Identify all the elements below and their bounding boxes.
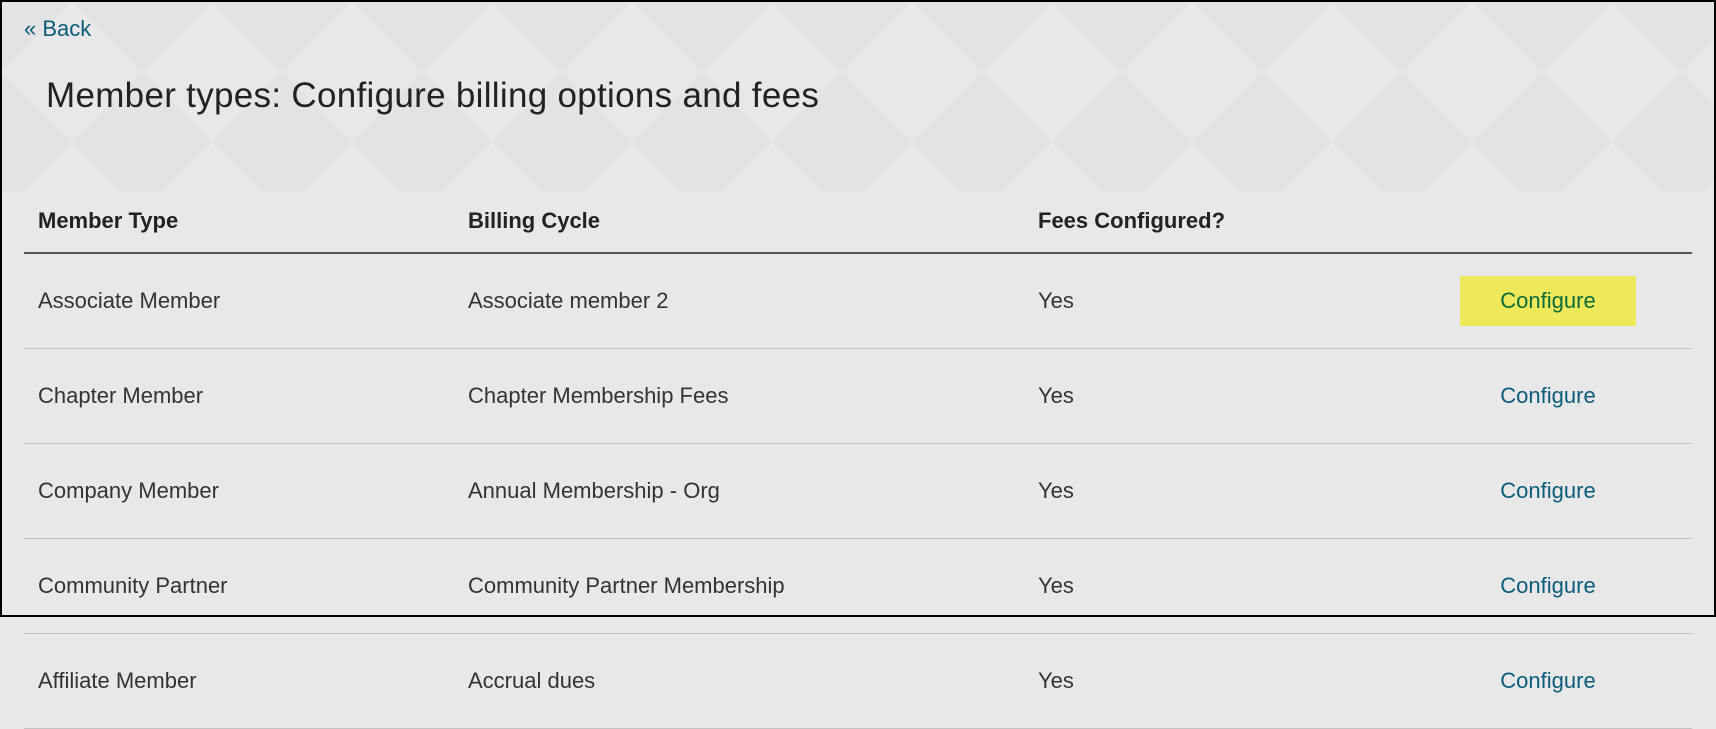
cell-billing-cycle: Community Partner Membership bbox=[454, 539, 1024, 634]
cell-member-type: Associate Member bbox=[24, 253, 454, 349]
cell-fees-configured: Yes bbox=[1024, 539, 1404, 634]
cell-action: Configure bbox=[1404, 253, 1692, 349]
cell-member-type: Affiliate Member bbox=[24, 634, 454, 729]
page-content: « Back Member types: Configure billing o… bbox=[2, 2, 1714, 729]
cell-fees-configured: Yes bbox=[1024, 253, 1404, 349]
col-header-member-type: Member Type bbox=[24, 194, 454, 253]
configure-link[interactable]: Configure bbox=[1460, 276, 1635, 326]
table-row: Community PartnerCommunity Partner Membe… bbox=[24, 539, 1692, 634]
cell-action: Configure bbox=[1404, 349, 1692, 444]
cell-member-type: Company Member bbox=[24, 444, 454, 539]
table-row: Chapter MemberChapter Membership FeesYes… bbox=[24, 349, 1692, 444]
back-link[interactable]: « Back bbox=[24, 16, 91, 42]
configure-link[interactable]: Configure bbox=[1460, 656, 1635, 706]
col-header-action bbox=[1404, 194, 1692, 253]
cell-member-type: Community Partner bbox=[24, 539, 454, 634]
cell-fees-configured: Yes bbox=[1024, 349, 1404, 444]
cell-billing-cycle: Accrual dues bbox=[454, 634, 1024, 729]
cell-action: Configure bbox=[1404, 634, 1692, 729]
cell-billing-cycle: Chapter Membership Fees bbox=[454, 349, 1024, 444]
configure-link[interactable]: Configure bbox=[1460, 466, 1635, 516]
table-header-row: Member Type Billing Cycle Fees Configure… bbox=[24, 194, 1692, 253]
cell-billing-cycle: Associate member 2 bbox=[454, 253, 1024, 349]
cell-fees-configured: Yes bbox=[1024, 444, 1404, 539]
cell-billing-cycle: Annual Membership - Org bbox=[454, 444, 1024, 539]
table-row: Associate MemberAssociate member 2Yes Con… bbox=[24, 253, 1692, 349]
table-row: Company MemberAnnual Membership - OrgYes… bbox=[24, 444, 1692, 539]
cell-fees-configured: Yes bbox=[1024, 634, 1404, 729]
configure-link[interactable]: Configure bbox=[1460, 561, 1635, 611]
table-row: Affiliate MemberAccrual duesYes Configure bbox=[24, 634, 1692, 729]
cell-member-type: Chapter Member bbox=[24, 349, 454, 444]
col-header-billing-cycle: Billing Cycle bbox=[454, 194, 1024, 253]
cell-action: Configure bbox=[1404, 539, 1692, 634]
col-header-fees-configured: Fees Configured? bbox=[1024, 194, 1404, 253]
member-types-table: Member Type Billing Cycle Fees Configure… bbox=[24, 194, 1692, 729]
page-title: Member types: Configure billing options … bbox=[46, 76, 1692, 116]
cell-action: Configure bbox=[1404, 444, 1692, 539]
configure-link[interactable]: Configure bbox=[1460, 371, 1635, 421]
